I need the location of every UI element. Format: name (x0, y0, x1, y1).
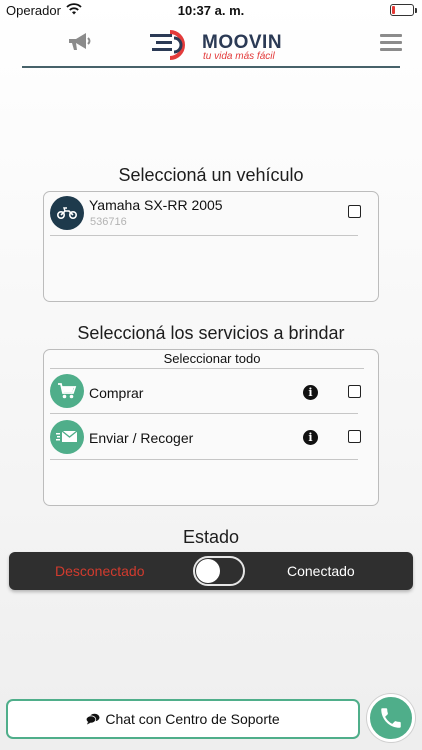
status-bar: Operador 10:37 a. m. (0, 0, 422, 22)
vehicle-name: Yamaha SX-RR 2005 (89, 197, 223, 213)
app-screen: Operador 10:37 a. m. MOOVIN tu vida más … (0, 0, 422, 750)
vehicle-section-title: Seleccioná un vehículo (118, 165, 304, 185)
clock: 10:37 a. m. (177, 3, 245, 18)
service-label: Comprar (89, 385, 144, 401)
connection-status-bar: Desconectado Conectado (9, 552, 413, 590)
services-section-title: Seleccioná los servicios a brindar (77, 323, 345, 343)
select-all-button[interactable]: Seleccionar todo (44, 351, 380, 366)
service-checkbox-comprar[interactable] (348, 385, 361, 398)
service-avatar (50, 420, 84, 454)
brand-tagline: tu vida más fácil (203, 51, 275, 62)
logo-mark-icon (150, 30, 185, 60)
info-icon[interactable]: i (303, 385, 318, 400)
vehicle-checkbox[interactable] (348, 205, 361, 218)
service-label: Enviar / Recoger (89, 430, 194, 446)
estado-title: Estado (182, 527, 240, 547)
chat-button-label: Chat con Centro de Soporte (105, 711, 280, 727)
service-row-comprar[interactable]: Comprar i (50, 370, 372, 414)
envelope-icon (56, 430, 78, 442)
cart-icon (58, 383, 77, 399)
vehicle-plate: 536716 (90, 216, 127, 228)
service-avatar (50, 374, 84, 408)
phone-icon (381, 708, 401, 728)
row-divider (50, 459, 358, 460)
call-button[interactable] (367, 694, 415, 742)
disconnected-label: Desconectado (55, 563, 145, 579)
service-row-enviar[interactable]: Enviar / Recoger i (50, 416, 372, 460)
header-divider (22, 66, 400, 68)
service-checkbox-enviar[interactable] (348, 430, 361, 443)
vehicle-row[interactable]: Yamaha SX-RR 2005 536716 (50, 192, 372, 236)
hamburger-menu-icon[interactable] (380, 34, 402, 52)
row-divider (50, 413, 358, 414)
megaphone-icon[interactable] (66, 30, 94, 54)
connection-toggle-switch[interactable] (193, 556, 245, 586)
app-header: MOOVIN tu vida más fácil (0, 22, 422, 68)
row-divider (50, 235, 358, 236)
info-icon[interactable]: i (303, 430, 318, 445)
select-all-divider (50, 368, 364, 369)
support-chat-button[interactable]: Chat con Centro de Soporte (6, 699, 360, 739)
moovin-logo: MOOVIN tu vida más fácil (148, 26, 288, 64)
chat-bubble-icon (86, 713, 100, 725)
battery-icon (390, 4, 417, 16)
toggle-knob (196, 559, 220, 583)
vehicle-list-panel: Yamaha SX-RR 2005 536716 (43, 191, 379, 302)
motorcycle-icon (57, 207, 77, 219)
connected-label: Conectado (287, 563, 355, 579)
vehicle-avatar (50, 196, 84, 230)
services-panel: Seleccionar todo Comprar i Enviar / Reco… (43, 349, 379, 506)
